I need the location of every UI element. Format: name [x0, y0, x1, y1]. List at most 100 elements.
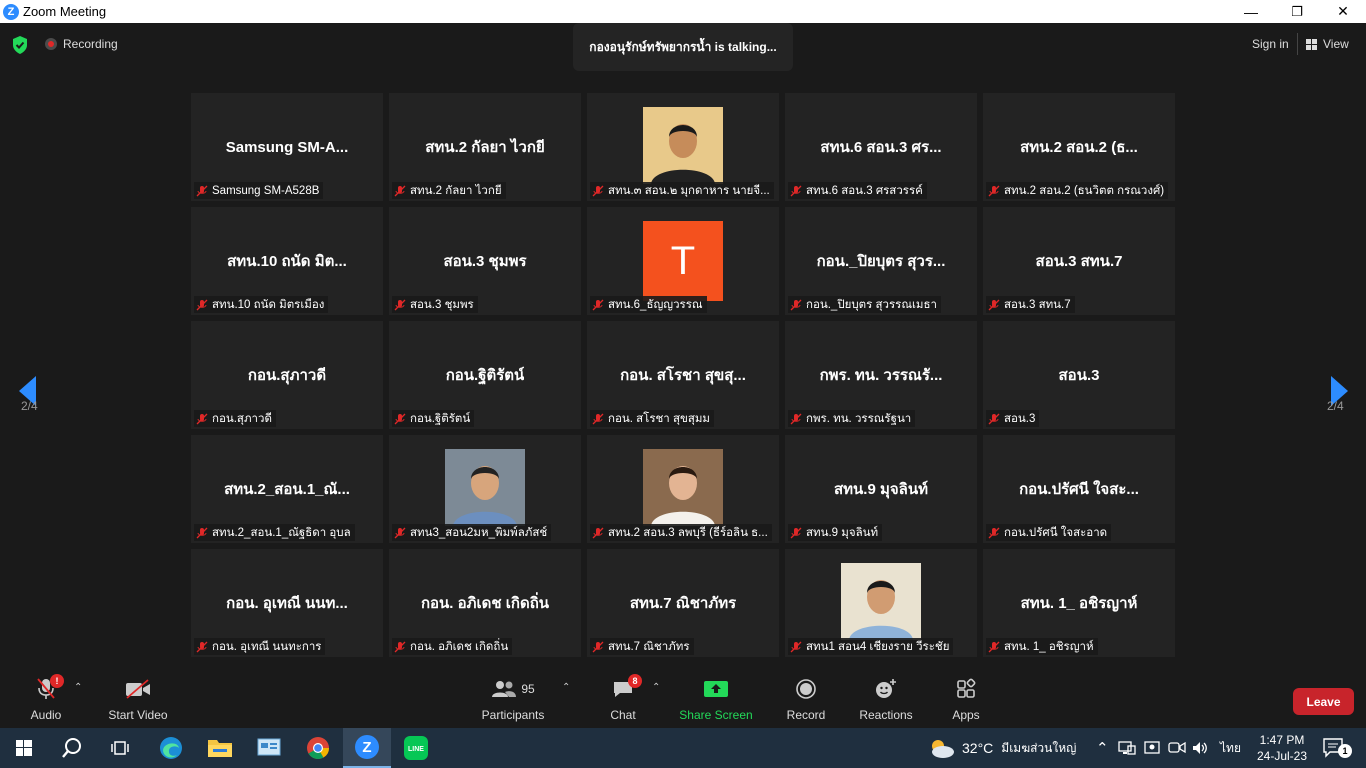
participant-video-tile[interactable]: กอน._ปิยบุตร สุวร... กอน._ปิยบุตร สุวรรณเ…: [785, 207, 977, 315]
participant-display-name-text: สทน. 1_ อชิรญาห์: [1020, 595, 1138, 612]
participant-profile-photo: [643, 107, 723, 184]
audio-button[interactable]: ! Audio: [27, 674, 65, 724]
clock-time: 1:47 PM: [1259, 733, 1305, 747]
participants-icon: [492, 681, 517, 697]
participant-video-tile[interactable]: กอน. อภิเดช เกิดถิ่น กอน. อภิเดช เกิดถิ่น: [389, 549, 581, 657]
participant-name-text: สทน3_สอน2มห_พิมพ์ลภัสช์: [410, 526, 548, 539]
muted-microphone-icon: [592, 641, 604, 652]
participant-name-label: สทน.10 ถนัด มิตรเมือง: [194, 296, 329, 313]
task-view-icon[interactable]: [96, 728, 144, 768]
participant-video-tile[interactable]: กพร. ทน. วรรณรั... กพร. ทน. วรรณรัฐนา: [785, 321, 977, 429]
participant-video-tile[interactable]: กอน.ฐิติรัตน์ กอน.ฐิติรัตน์: [389, 321, 581, 429]
audio-options-caret-icon[interactable]: ⌃: [74, 682, 82, 693]
participant-video-tile[interactable]: กอน. สโรชา สุขสุ... กอน. สโรชา สุขสุมม: [587, 321, 779, 429]
weather-text: มีเมฆส่วนใหญ่: [1001, 740, 1077, 755]
search-icon[interactable]: [48, 728, 96, 768]
notification-count: 1: [1338, 744, 1352, 758]
zoom-taskbar-icon[interactable]: Z: [343, 728, 391, 768]
view-button[interactable]: View: [1306, 33, 1349, 55]
participant-name-text: Samsung SM-A528B: [212, 184, 320, 197]
participant-name-text: กอน.ฐิติรัตน์: [410, 412, 471, 425]
participant-video-tile[interactable]: สทน.2 สอน.3 ลพบุรี (ธีร์อลิน ธ...: [587, 435, 779, 543]
weather-widget[interactable]: 32°C มีเมฆส่วนใหญ่: [928, 728, 1076, 768]
participant-video-tile[interactable]: สทน1 สอน4 เชียงราย วีระชัย: [785, 549, 977, 657]
participant-video-tile[interactable]: สทน3_สอน2มห_พิมพ์ลภัสช์: [389, 435, 581, 543]
close-button[interactable]: ✕: [1320, 0, 1366, 23]
record-button[interactable]: Record: [785, 676, 827, 724]
participant-display-name-text: สอน.3 สทน.7: [1035, 253, 1123, 270]
reactions-smiley-icon: [876, 679, 896, 698]
zoom-logo-icon: Z: [3, 3, 19, 20]
participant-video-tile[interactable]: สทน.2 กัลยา ไวกยี สทน.2 กัลยา ไวกยี: [389, 93, 581, 201]
recording-indicator[interactable]: Recording: [45, 37, 118, 51]
participant-name-label: สทน.๓ สอน.๒ มุกดาหาร นายจี...: [590, 182, 774, 199]
network-icon[interactable]: [1118, 728, 1136, 768]
participant-name-label: กอน. สโรชา สุขสุมม: [590, 410, 715, 427]
muted-microphone-icon: [394, 185, 406, 196]
maximize-button[interactable]: ❐: [1274, 0, 1320, 23]
participant-display-name-text: กอน._ปิยบุตร สุวร...: [816, 253, 946, 270]
window-titlebar: Z Zoom Meeting — ❐ ✕: [0, 0, 1366, 23]
participant-video-tile[interactable]: สทน.10 ถนัด มิต... สทน.10 ถนัด มิตรเมือง: [191, 207, 383, 315]
windows-start-icon[interactable]: [0, 728, 48, 768]
security-tray-icon[interactable]: [1144, 728, 1160, 768]
participant-display-name-text: สทน.2_สอน.1_ณั...: [224, 481, 350, 498]
tray-chevron-up-icon[interactable]: ⌃: [1096, 728, 1109, 768]
participant-video-tile[interactable]: สทน.9 มุจลินท์ สทน.9 มุจลินท์: [785, 435, 977, 543]
chat-button[interactable]: 8 Chat: [604, 674, 642, 724]
weather-cloud-icon: [932, 740, 954, 758]
apps-button[interactable]: Apps: [947, 676, 985, 724]
edge-browser-icon[interactable]: [147, 728, 195, 768]
participant-video-tile[interactable]: กอน.ปรัศนี ใจสะ... กอน.ปรัศนี ใจสะอาด: [983, 435, 1175, 543]
participant-display-name-text: สทน.9 มุจลินท์: [834, 481, 928, 498]
participant-video-tile[interactable]: T สทน.6_ธัญญวรรณ: [587, 207, 779, 315]
clock[interactable]: 1:47 PM 24-Jul-23: [1252, 728, 1312, 768]
participant-video-tile[interactable]: กอน.สุภาวดี กอน.สุภาวดี: [191, 321, 383, 429]
participant-name-label: กอน. อภิเดช เกิดถิ่น: [392, 638, 513, 655]
volume-icon[interactable]: [1192, 728, 1208, 768]
input-language[interactable]: ไทย: [1220, 728, 1241, 768]
share-screen-button[interactable]: Share Screen: [679, 676, 753, 724]
minimize-button[interactable]: —: [1228, 0, 1274, 23]
participant-name-label: สทน.7 ณิชาภัทร: [590, 638, 694, 655]
participant-video-tile[interactable]: Samsung SM-A... Samsung SM-A528B: [191, 93, 383, 201]
participant-name-label: สอน.3 สทน.7: [986, 296, 1075, 313]
line-app-icon[interactable]: LINE: [392, 728, 440, 768]
participants-button[interactable]: 95 Participants: [480, 676, 546, 724]
leave-button[interactable]: Leave: [1293, 688, 1354, 715]
muted-microphone-icon: [988, 413, 1000, 424]
reactions-button[interactable]: Reactions: [857, 676, 915, 724]
participants-options-caret-icon[interactable]: ⌃: [562, 682, 570, 693]
participant-name-text: สทน.10 ถนัด มิตรเมือง: [212, 298, 325, 311]
chat-options-caret-icon[interactable]: ⌃: [652, 682, 660, 693]
participant-video-tile[interactable]: สทน.2_สอน.1_ณั... สทน.2_สอน.1_ณัฐธิดา อุบ…: [191, 435, 383, 543]
notifications-button[interactable]: 1: [1322, 728, 1352, 768]
sign-in-button[interactable]: Sign in: [1244, 33, 1298, 55]
participant-name-text: สทน.6_ธัญญวรรณ: [608, 298, 703, 311]
security-shield-icon[interactable]: [11, 35, 29, 55]
participant-avatar: T: [643, 221, 723, 301]
reactions-label: Reactions: [859, 708, 913, 722]
participant-display-name-text: กอน. อภิเดช เกิดถิ่น: [420, 595, 550, 612]
control-panel-icon[interactable]: [245, 728, 293, 768]
muted-microphone-icon: [592, 413, 604, 424]
participant-video-tile[interactable]: สอน.3 ชุมพร สอน.3 ชุมพร: [389, 207, 581, 315]
participant-name-text: กอน. อุเทณี นนทะการ: [212, 640, 322, 653]
meet-now-icon[interactable]: [1168, 728, 1186, 768]
participant-name-text: สทน.2_สอน.1_ณัฐธิดา อุบล: [212, 526, 351, 539]
participant-video-tile[interactable]: สอน.3 สอน.3: [983, 321, 1175, 429]
participant-video-tile[interactable]: สทน.๓ สอน.๒ มุกดาหาร นายจี...: [587, 93, 779, 201]
participant-name-text: กอน.สุภาวดี: [212, 412, 272, 425]
participant-video-tile[interactable]: สทน.2 สอน.2 (ธ... สทน.2 สอน.2 (ธนวิตต กรณ…: [983, 93, 1175, 201]
window-title: Zoom Meeting: [23, 4, 107, 19]
participant-video-tile[interactable]: สอน.3 สทน.7 สอน.3 สทน.7: [983, 207, 1175, 315]
participant-name-label: สทน1 สอน4 เชียงราย วีระชัย: [788, 638, 954, 655]
file-explorer-icon[interactable]: [196, 728, 244, 768]
participant-video-tile[interactable]: สทน.7 ณิชาภัทร สทน.7 ณิชาภัทร: [587, 549, 779, 657]
chrome-browser-icon[interactable]: [294, 728, 342, 768]
participant-video-tile[interactable]: กอน. อุเทณี นนท... กอน. อุเทณี นนทะการ: [191, 549, 383, 657]
participant-video-tile[interactable]: สทน. 1_ อชิรญาห์ สทน. 1_ อชิรญาห์: [983, 549, 1175, 657]
start-video-button[interactable]: Start Video: [103, 676, 173, 724]
participant-video-tile[interactable]: สทน.6 สอน.3 ศร... สทน.6 สอน.3 ศรสวรรค์: [785, 93, 977, 201]
muted-microphone-icon: [988, 527, 1000, 538]
